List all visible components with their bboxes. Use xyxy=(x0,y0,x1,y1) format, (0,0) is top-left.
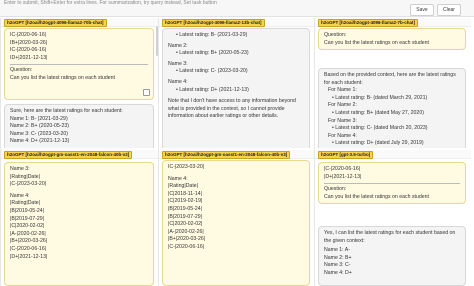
user-message: Name 3: |Rating|Date| |C-|2023-03-20| Na… xyxy=(4,162,154,286)
bot-message: • Latest rating: B- (2021-03-29) Name 2:… xyxy=(162,28,310,148)
answer-line: Name 3: C- xyxy=(324,262,351,269)
model-name-badge: h2oGPT [h2oai/h2ogpt-gm-oasst1-en-2048-f… xyxy=(162,151,291,159)
model-name-badge: h2oGPT [h2oai/h2ogpt-gm-oasst1-en-2048-f… xyxy=(4,151,133,159)
divider xyxy=(324,183,460,185)
context-line: |Rating|Date| xyxy=(10,173,40,180)
context-line: |A-|2020-02-26| xyxy=(168,228,204,235)
context-line: IC-|2020-06-16| xyxy=(10,47,47,54)
answer-line: Name 2: B+ xyxy=(324,254,352,261)
answer-line: Name 2: xyxy=(168,42,188,49)
answer-line: For Name 3: xyxy=(328,117,357,124)
question-text: Can you list the latest ratings on each … xyxy=(324,193,429,200)
bot-message: Sure, here are the latest ratings for ea… xyxy=(4,104,154,148)
answer-line: • Latest rating: B- (dated March 29, 202… xyxy=(332,94,428,101)
user-message: |C-|2020-06-16| |D+|2021-12-13| Question… xyxy=(318,162,466,204)
bot-message: Based on the provided context, here are … xyxy=(318,68,466,148)
answer-line: Name 1: B- (2021-03-29) xyxy=(10,115,68,122)
input-hint: Enter to submit, Shift+Enter for extra l… xyxy=(4,0,217,6)
chat-pane-6[interactable]: h2oGPT [gpt-3.5-turbo] |C-|2020-06-16| |… xyxy=(315,150,471,286)
context-line: Name 4: xyxy=(168,175,188,182)
copy-icon[interactable] xyxy=(143,89,150,96)
user-message: IC-|2020-06-16| IB+|2020-03-26| IC-|2020… xyxy=(4,28,154,100)
answer-line: Sure, here are the latest ratings for ea… xyxy=(10,108,123,114)
answer-line: • Latest rating: C- (2023-03-20) xyxy=(176,68,248,75)
context-line: IC-|2020-06-16| xyxy=(10,32,47,38)
context-line: Name 4: xyxy=(10,192,30,199)
chat-pane-1[interactable]: h2oGPT [h2oai/h2ogpt-4096-llama2-70b-cha… xyxy=(1,18,158,148)
answer-line: • Latest rating: B- (2021-03-29) xyxy=(176,32,248,38)
answer-line: Yes, I can list the latest ratings for e… xyxy=(324,230,456,244)
answer-line: Based on the provided context, here are … xyxy=(324,72,456,86)
answer-line: Name 3: C- (2023-03-20) xyxy=(10,130,68,137)
clear-button[interactable]: Clear xyxy=(437,4,461,16)
user-message: IC-|2023-03-20| Name 4: |Rating|Date| |C… xyxy=(162,160,310,286)
context-line: |B|2019-05-24| xyxy=(10,207,45,214)
context-line: IC-|2023-03-20| xyxy=(168,164,205,170)
model-name-badge: h2oGPT [h2oai/h2ogpt-4096-llama2-13b-cha… xyxy=(162,19,265,27)
answer-line: Name 1: A- xyxy=(324,247,350,254)
answer-line: • Latest rating: D+ (dated July 29, 2019… xyxy=(332,140,424,147)
context-line: Name 3: xyxy=(10,166,30,172)
context-line: |Rating|Date| xyxy=(168,183,198,190)
context-line: |B+|2020-03-26| xyxy=(168,236,206,243)
context-line: |C|2018-11-14| xyxy=(168,190,202,197)
context-line: |B+|2020-03-26| xyxy=(10,238,48,245)
context-line: |C-|2020-06-16| xyxy=(324,166,361,172)
chat-pane-4[interactable]: h2oGPT [h2oai/h2ogpt-gm-oasst1-en-2048-f… xyxy=(1,150,158,286)
context-line: |C-|2020-06-16| xyxy=(168,243,205,250)
chat-column-1: h2oGPT [h2oai/h2ogpt-4096-llama2-70b-cha… xyxy=(0,18,158,286)
answer-line: Name 2: B+ (2020-05-23) xyxy=(10,123,69,130)
chat-column-2: h2oGPT [h2oai/h2ogpt-4096-llama2-13b-cha… xyxy=(158,18,314,286)
model-name-badge: h2oGPT [h2oai/h2ogpt-4096-llama2-70b-cha… xyxy=(4,19,107,27)
answer-line: • Latest rating: B+ (dated May 27, 2020) xyxy=(332,109,424,116)
chat-column-3: h2oGPT [h2oai/h2ogpt-4096-llama2-7b-chat… xyxy=(314,18,471,286)
chat-pane-3[interactable]: h2oGPT [h2oai/h2ogpt-4096-llama2-7b-chat… xyxy=(315,18,471,148)
context-line: |D+|2021-12-13| xyxy=(10,253,48,260)
question-label: Question: xyxy=(324,32,347,38)
answer-line: • Latest rating: B+ (2020-05-23) xyxy=(176,50,249,57)
context-line: |D+|2021-12-13| xyxy=(324,173,362,180)
divider xyxy=(10,64,148,66)
context-line: |C|2020-02-02| xyxy=(10,223,45,230)
context-line: |C-|2020-06-16| xyxy=(10,245,47,252)
answer-line: Name 3: xyxy=(168,60,188,67)
question-label: Question: xyxy=(10,67,33,74)
answer-line: • Latest rating: C- (dated March 20, 202… xyxy=(332,125,428,132)
user-message: Question: Can you list the latest rating… xyxy=(318,28,466,50)
answer-line: Name 4: D+ (2021-12-13) xyxy=(10,138,70,145)
context-line: |B|2019-07-29| xyxy=(10,215,45,222)
context-line: IB+|2020-03-26| xyxy=(10,39,48,46)
model-name-badge: h2oGPT [h2oai/h2ogpt-4096-llama2-7b-chat… xyxy=(318,19,419,27)
context-line: |C|2020-02-02| xyxy=(168,221,203,228)
question-text: Can you list the latest ratings on each … xyxy=(10,74,115,81)
answer-line: Name 4: D+ xyxy=(324,269,352,276)
bot-message: Yes, I can list the latest ratings for e… xyxy=(318,226,466,286)
question-text: Can you list the latest ratings on each … xyxy=(324,39,429,46)
context-line: |C-|2023-03-20| xyxy=(10,181,47,188)
context-line: |B|2019-07-29| xyxy=(168,213,203,220)
chat-pane-2[interactable]: h2oGPT [h2oai/h2ogpt-4096-llama2-13b-cha… xyxy=(159,18,314,148)
save-button[interactable]: Save xyxy=(410,4,434,16)
answer-note: Note that I don't have access to any inf… xyxy=(168,98,296,120)
answer-line: Name 4: xyxy=(168,78,188,85)
answer-line: For Name 1: xyxy=(328,87,357,94)
model-name-badge: h2oGPT [gpt-3.5-turbo] xyxy=(318,151,374,159)
answer-line: For Name 2: xyxy=(328,102,357,109)
answer-line: For Name 4: xyxy=(328,132,357,139)
context-line: ID+|2021-12-13| xyxy=(10,54,48,61)
context-line: |C|2019-02-19| xyxy=(168,198,203,205)
question-label: Question: xyxy=(324,186,347,193)
context-line: |A-|2020-02-26| xyxy=(10,230,46,237)
top-toolbar: Enter to submit, Shift+Enter for extra l… xyxy=(0,0,474,17)
context-line: |Rating|Date| xyxy=(10,200,40,207)
context-line: |B|2019-05-24| xyxy=(168,205,203,212)
chat-pane-5[interactable]: h2oGPT [h2oai/h2ogpt-gm-oasst1-en-2048-f… xyxy=(159,150,314,286)
answer-line: • Latest rating: D+ (2021-12-13) xyxy=(176,86,249,93)
